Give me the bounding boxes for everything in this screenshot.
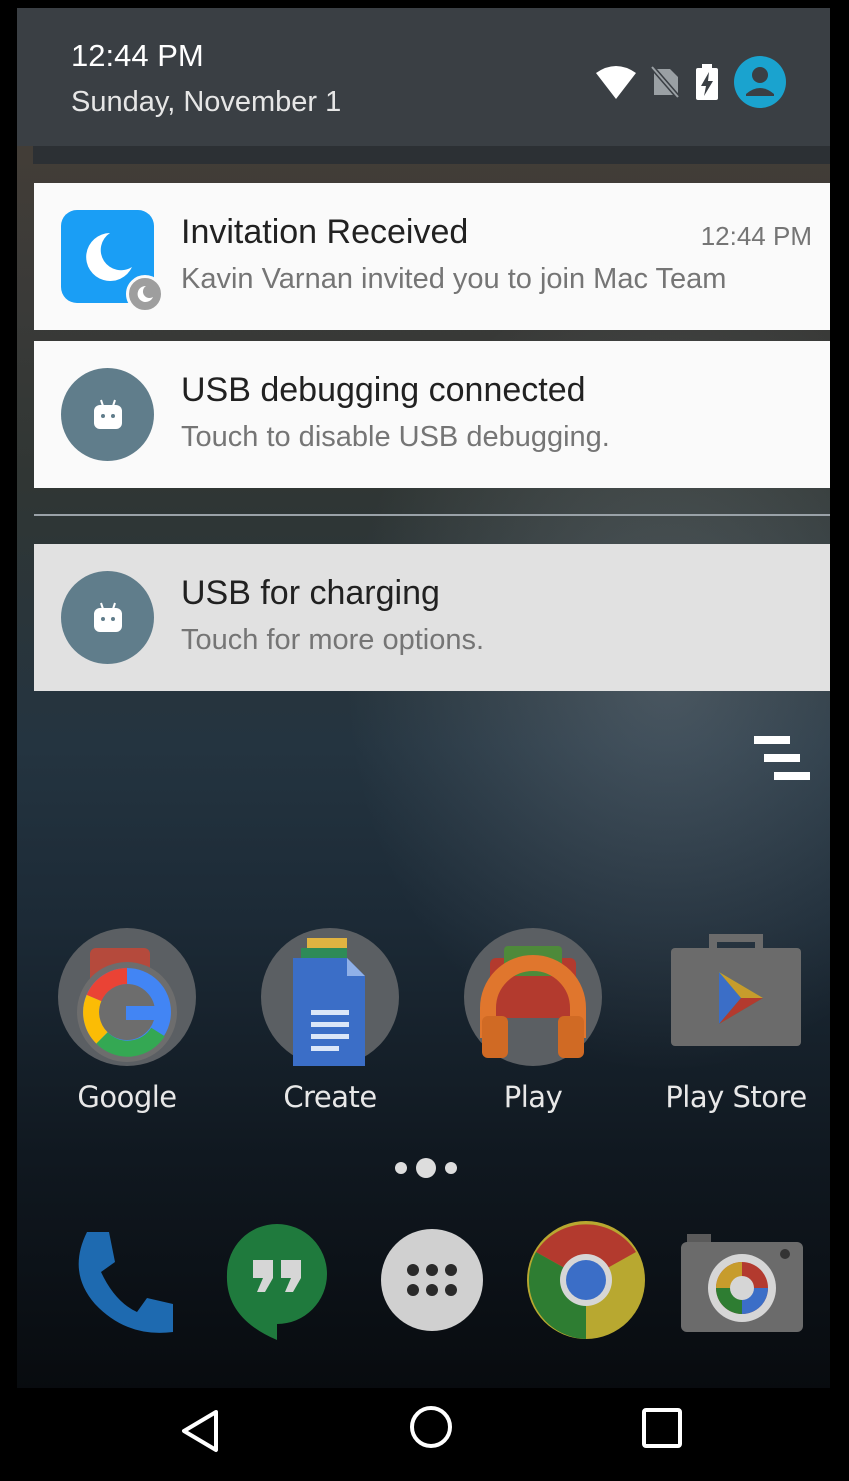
app-drawer-icon[interactable] — [380, 1228, 484, 1332]
notification-invitation[interactable]: Invitation Received 12:44 PM Kavin Varna… — [34, 183, 830, 330]
page-dot-active — [416, 1158, 436, 1178]
back-icon[interactable] — [180, 1408, 220, 1454]
notification-title: Invitation Received — [181, 213, 469, 251]
docs-folder-icon — [261, 928, 399, 1066]
notification-text: Kavin Varnan invited you to join Mac Tea… — [181, 263, 727, 295]
app-play-store[interactable]: Play Store — [646, 928, 826, 1114]
header-shadow — [33, 146, 830, 164]
page-indicator — [395, 1158, 457, 1178]
play-folder-icon — [464, 928, 602, 1066]
phone-icon[interactable] — [67, 1228, 177, 1338]
date: Sunday, November 1 — [71, 86, 342, 118]
clear-all-icon[interactable] — [754, 736, 812, 780]
notification-title: USB debugging connected — [181, 371, 586, 409]
app-play[interactable]: Play — [443, 928, 623, 1114]
notification-time: 12:44 PM — [700, 221, 812, 251]
notification-header[interactable]: 12:44 PM Sunday, November 1 — [17, 8, 830, 146]
notification-divider — [34, 514, 830, 516]
app-label: Play — [503, 1080, 563, 1114]
android-icon — [61, 571, 154, 664]
home-app-grid: Google Create Play Play Store — [17, 928, 830, 1128]
clock: 12:44 PM — [71, 38, 204, 73]
notification-text: Touch for more options. — [181, 624, 485, 656]
recents-icon[interactable] — [642, 1408, 682, 1448]
page-dot — [445, 1162, 457, 1174]
app-create[interactable]: Create — [240, 928, 420, 1114]
moon-badge-icon — [126, 275, 164, 313]
no-sim-icon — [650, 65, 680, 99]
home-icon[interactable] — [408, 1404, 454, 1450]
user-account-icon[interactable] — [734, 56, 786, 108]
notification-usb-debugging[interactable]: USB debugging connected Touch to disable… — [34, 341, 830, 488]
chrome-icon[interactable] — [526, 1220, 646, 1340]
dock — [17, 1218, 830, 1348]
app-label: Create — [283, 1080, 377, 1114]
app-label: Play Store — [665, 1080, 807, 1114]
app-label: Google — [77, 1080, 177, 1114]
app-google[interactable]: Google — [37, 928, 217, 1114]
page-dot — [395, 1162, 407, 1174]
wifi-icon — [596, 66, 636, 99]
hangouts-icon[interactable] — [225, 1222, 329, 1342]
notification-title: USB for charging — [181, 574, 440, 612]
android-icon — [61, 368, 154, 461]
play-store-icon — [667, 928, 805, 1066]
status-icons — [596, 56, 786, 108]
notification-text: Touch to disable USB debugging. — [181, 421, 610, 453]
google-folder-icon — [58, 928, 196, 1066]
camera-icon[interactable] — [681, 1228, 803, 1332]
navigation-bar — [17, 1388, 830, 1481]
battery-charging-icon — [696, 64, 718, 100]
phone-screen: 12:44 PM Sunday, November 1 Invitation R… — [17, 8, 830, 1481]
notification-usb-charging[interactable]: USB for charging Touch for more options. — [34, 544, 830, 691]
